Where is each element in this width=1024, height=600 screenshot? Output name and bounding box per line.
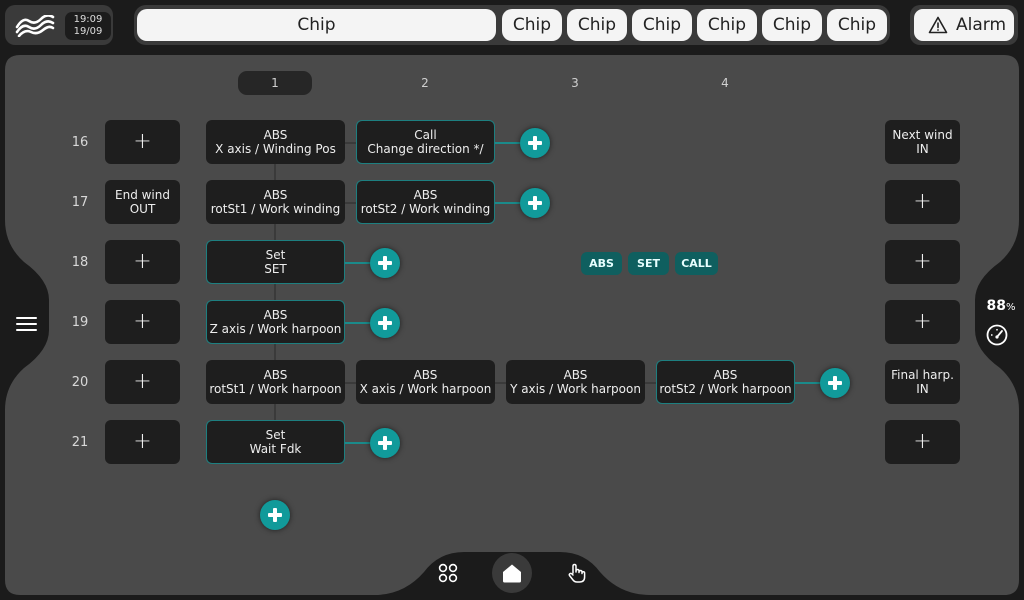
hand-pointer-icon	[568, 563, 586, 583]
end-label-line1: Final harp.	[891, 368, 954, 382]
step-card-r20-c1[interactable]: ABS rotSt1 / Work harpoon	[206, 360, 345, 404]
row-number-17: 17	[71, 195, 89, 210]
add-row-button[interactable]	[260, 500, 290, 530]
nav-home-button[interactable]	[492, 553, 532, 593]
step-card-r17-c1[interactable]: ABS rotSt1 / Work winding	[206, 180, 345, 224]
step-type: Set	[265, 428, 286, 442]
add-step-button[interactable]	[370, 428, 400, 458]
add-connector-line	[344, 442, 370, 444]
row-20-start-add-button[interactable]: +	[105, 360, 180, 404]
step-type: ABS	[263, 368, 288, 382]
row-number-16: 16	[71, 135, 89, 150]
add-connector-line	[794, 382, 820, 384]
row-16-start-add-button[interactable]: +	[105, 120, 180, 164]
hamburger-menu-icon[interactable]	[16, 316, 38, 332]
add-connector-line	[344, 262, 370, 264]
connector-line	[494, 382, 506, 384]
add-connector-line	[344, 322, 370, 324]
row-21-end-add-button[interactable]: +	[885, 420, 960, 464]
connector-line	[344, 382, 356, 384]
add-step-button[interactable]	[370, 248, 400, 278]
step-card-r18-c1[interactable]: Set SET	[206, 240, 345, 284]
row-number-21: 21	[71, 435, 89, 450]
step-detail: Change direction */	[367, 142, 484, 156]
column-header-1[interactable]: 1	[238, 71, 312, 95]
step-detail: rotSt1 / Work harpoon	[209, 382, 342, 396]
start-label-line2: OUT	[129, 202, 156, 216]
apps-grid-icon	[438, 563, 458, 583]
step-card-r16-c1[interactable]: ABS X axis / Winding Pos	[206, 120, 345, 164]
row-number-20: 20	[71, 375, 89, 390]
end-label-line1: Next wind	[892, 128, 953, 142]
step-detail: X axis / Winding Pos	[215, 142, 336, 156]
step-card-r20-c2[interactable]: ABS X axis / Work harpoon	[356, 360, 495, 404]
step-type: ABS	[713, 368, 738, 382]
step-card-r17-c2[interactable]: ABS rotSt2 / Work winding	[356, 180, 495, 224]
step-type: ABS	[413, 368, 438, 382]
speed-percent-value: 88	[986, 298, 1006, 314]
row-number-18: 18	[71, 255, 89, 270]
step-type: ABS	[263, 308, 288, 322]
add-step-button[interactable]	[820, 368, 850, 398]
step-detail: Z axis / Work harpoon	[209, 322, 342, 336]
row-17-end-add-button[interactable]: +	[885, 180, 960, 224]
home-icon	[503, 564, 521, 583]
row-18-start-add-button[interactable]: +	[105, 240, 180, 284]
column-header-3[interactable]: 3	[538, 71, 612, 95]
row-number-19: 19	[71, 315, 89, 330]
row-18-end-add-button[interactable]: +	[885, 240, 960, 284]
step-type: ABS	[263, 188, 288, 202]
step-card-r20-c3[interactable]: ABS Y axis / Work harpoon	[506, 360, 645, 404]
step-detail: rotSt2 / Work winding	[360, 202, 491, 216]
row-19-start-add-button[interactable]: +	[105, 300, 180, 344]
step-detail: rotSt1 / Work winding	[210, 202, 341, 216]
step-detail: SET	[264, 262, 287, 276]
row-17-start-label[interactable]: End wind OUT	[105, 180, 180, 224]
step-type: Set	[265, 248, 286, 262]
tag-set[interactable]: SET	[628, 252, 669, 275]
end-label-line2: IN	[916, 382, 929, 396]
add-connector-line	[494, 142, 520, 144]
step-card-r20-c4[interactable]: ABS rotSt2 / Work harpoon	[656, 360, 795, 404]
add-connector-line	[494, 202, 520, 204]
connector-line	[344, 202, 356, 204]
column-header-4[interactable]: 4	[688, 71, 762, 95]
connector-line	[344, 142, 356, 144]
connector-line	[644, 382, 656, 384]
tag-abs[interactable]: ABS	[581, 252, 622, 275]
start-label-line1: End wind	[115, 188, 170, 202]
tag-call[interactable]: CALL	[675, 252, 718, 275]
nav-apps-button[interactable]	[428, 553, 468, 593]
step-detail: Wait Fdk	[249, 442, 302, 456]
step-card-r19-c1[interactable]: ABS Z axis / Work harpoon	[206, 300, 345, 344]
step-type: ABS	[413, 188, 438, 202]
step-detail: Y axis / Work harpoon	[510, 382, 641, 396]
step-detail: X axis / Work harpoon	[359, 382, 492, 396]
row-19-end-add-button[interactable]: +	[885, 300, 960, 344]
nav-manual-button[interactable]	[556, 553, 596, 593]
column-header-2[interactable]: 2	[388, 71, 462, 95]
step-type: Call	[414, 128, 437, 142]
step-card-r21-c1[interactable]: Set Wait Fdk	[206, 420, 345, 464]
step-card-r16-c2[interactable]: Call Change direction */	[356, 120, 495, 164]
end-label-line2: IN	[916, 142, 929, 156]
row-21-start-add-button[interactable]: +	[105, 420, 180, 464]
row-16-end-label[interactable]: Next wind IN	[885, 120, 960, 164]
step-type: ABS	[263, 128, 288, 142]
add-step-button[interactable]	[520, 128, 550, 158]
add-step-button[interactable]	[520, 188, 550, 218]
add-step-button[interactable]	[370, 308, 400, 338]
step-type: ABS	[563, 368, 588, 382]
speed-percent-unit: %	[1005, 302, 1016, 313]
speedometer-icon[interactable]	[986, 324, 1008, 346]
step-detail: rotSt2 / Work harpoon	[659, 382, 792, 396]
row-20-end-label[interactable]: Final harp. IN	[885, 360, 960, 404]
speed-percent: 88%	[983, 298, 1019, 314]
